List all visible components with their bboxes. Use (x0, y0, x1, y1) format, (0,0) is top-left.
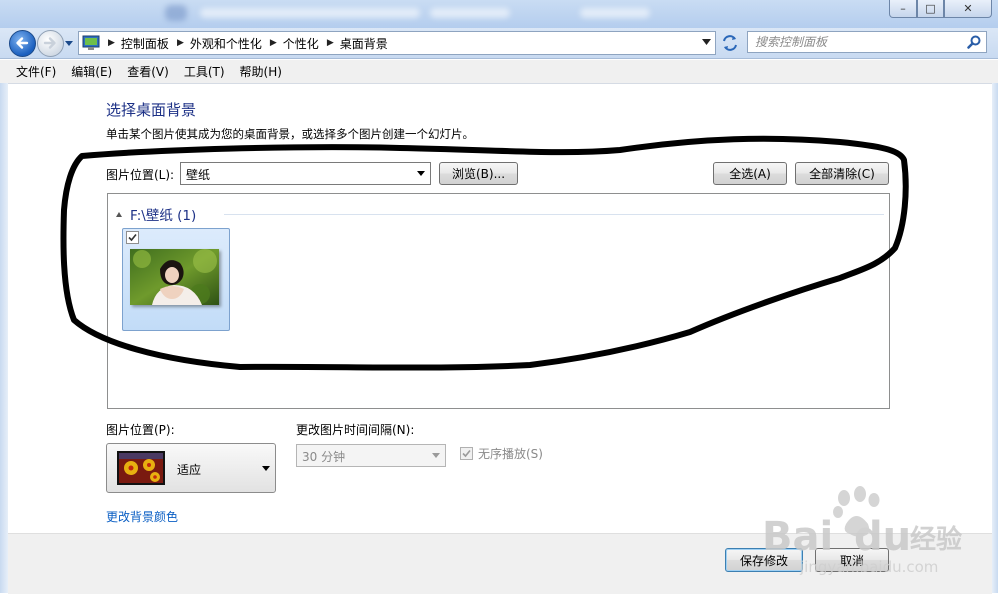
window-title-bar: – □ ✕ (0, 0, 998, 28)
picture-position-label: 图片位置(P): (106, 423, 175, 437)
back-button[interactable] (9, 30, 36, 57)
breadcrumb-control-panel[interactable]: 控制面板 (121, 35, 169, 52)
breadcrumb-separator-icon[interactable]: ▶ (327, 38, 334, 48)
forward-button[interactable] (37, 30, 64, 57)
menu-tools[interactable]: 工具(T) (176, 63, 232, 80)
refresh-icon[interactable] (719, 32, 741, 54)
shuffle-checkbox[interactable] (460, 447, 473, 460)
collapse-arrow-icon[interactable] (116, 211, 122, 217)
group-header[interactable]: F:\壁纸 (1) (116, 204, 196, 224)
blurred-background-text (430, 8, 510, 18)
menu-file[interactable]: 文件(F) (0, 63, 63, 80)
breadcrumb-appearance[interactable]: 外观和个性化 (190, 35, 262, 52)
shuffle-label: 无序播放(S) (478, 447, 543, 461)
navigation-bar: ▶ 控制面板 ▶ 外观和个性化 ▶ 个性化 ▶ 桌面背景 (0, 28, 998, 59)
group-title: F:\壁纸 (1) (130, 208, 197, 224)
address-bar[interactable]: ▶ 控制面板 ▶ 外观和个性化 ▶ 个性化 ▶ 桌面背景 (78, 31, 716, 55)
recent-pages-dropdown-icon[interactable] (64, 38, 74, 48)
picture-position-select[interactable]: 适应 (106, 443, 276, 493)
browse-button[interactable]: 浏览(B)... (439, 162, 518, 185)
thumbnail-checkbox[interactable] (126, 231, 139, 244)
wallpaper-photo-thumbnail (130, 249, 219, 305)
search-icon[interactable] (967, 35, 981, 49)
picture-location-label: 图片位置(L): (106, 168, 175, 182)
picture-position-value: 适应 (177, 463, 202, 477)
breadcrumb-separator-icon[interactable]: ▶ (177, 38, 184, 48)
maximize-button[interactable]: □ (917, 0, 944, 18)
blurred-background-text (200, 8, 420, 18)
picture-location-select[interactable]: 壁纸 (180, 162, 431, 185)
chevron-down-icon[interactable] (702, 39, 711, 45)
interval-value: 30 分钟 (302, 450, 346, 464)
breadcrumb-personalization[interactable]: 个性化 (283, 35, 319, 52)
window-controls: – □ ✕ (889, 0, 992, 18)
chevron-down-icon (432, 453, 440, 458)
watermark-brand-suffix: du (854, 514, 911, 560)
menu-edit[interactable]: 编辑(E) (63, 63, 119, 80)
minimize-button[interactable]: – (889, 0, 917, 18)
wallpaper-thumbnail-tile[interactable] (122, 228, 230, 331)
interval-select[interactable]: 30 分钟 (296, 444, 446, 467)
interval-label: 更改图片时间间隔(N): (296, 423, 415, 437)
watermark-url: jingyan.baidu.com (799, 558, 938, 576)
blurred-background-text (580, 8, 650, 18)
breadcrumb-desktop-background[interactable]: 桌面背景 (340, 35, 388, 52)
breadcrumb-separator-icon[interactable]: ▶ (108, 38, 115, 48)
chevron-down-icon (262, 466, 270, 471)
watermark-brand: Bai (762, 514, 833, 560)
page-subtitle: 单击某个图片使其成为您的桌面背景，或选择多个图片创建一个幻灯片。 (106, 127, 474, 141)
group-divider (224, 214, 884, 215)
search-box[interactable] (747, 31, 987, 53)
wallpaper-gallery[interactable]: F:\壁纸 (1) (107, 193, 890, 409)
change-background-color-link[interactable]: 更改背景颜色 (106, 508, 178, 525)
menu-view[interactable]: 查看(V) (119, 63, 176, 80)
close-button[interactable]: ✕ (944, 0, 992, 18)
select-all-button[interactable]: 全选(A) (713, 162, 787, 185)
clear-all-button[interactable]: 全部清除(C) (795, 162, 889, 185)
picture-location-value: 壁纸 (186, 168, 211, 182)
breadcrumb-separator-icon[interactable]: ▶ (270, 38, 277, 48)
control-panel-icon (82, 35, 100, 50)
page-title: 选择桌面背景 (106, 101, 197, 119)
arrow-left-icon (16, 37, 29, 49)
checkmark-icon (128, 233, 137, 242)
menu-help[interactable]: 帮助(H) (232, 63, 289, 80)
menu-bar: 文件(F) 编辑(E) 查看(V) 工具(T) 帮助(H) (0, 60, 998, 84)
watermark-suffix: 经验 (910, 524, 962, 555)
arrow-right-icon (43, 37, 56, 49)
window-frame-right (992, 83, 998, 593)
search-input[interactable] (755, 33, 960, 51)
shuffle-option[interactable]: 无序播放(S) (460, 445, 543, 462)
baidu-jingyan-watermark: Bai du 经验 jingyan.baidu.com (762, 486, 962, 576)
blurred-taskbar-icon (165, 5, 187, 21)
window-frame-left (0, 83, 8, 593)
chevron-down-icon (417, 171, 425, 176)
checkmark-icon (462, 449, 471, 458)
flower-preview-icon (117, 451, 165, 485)
